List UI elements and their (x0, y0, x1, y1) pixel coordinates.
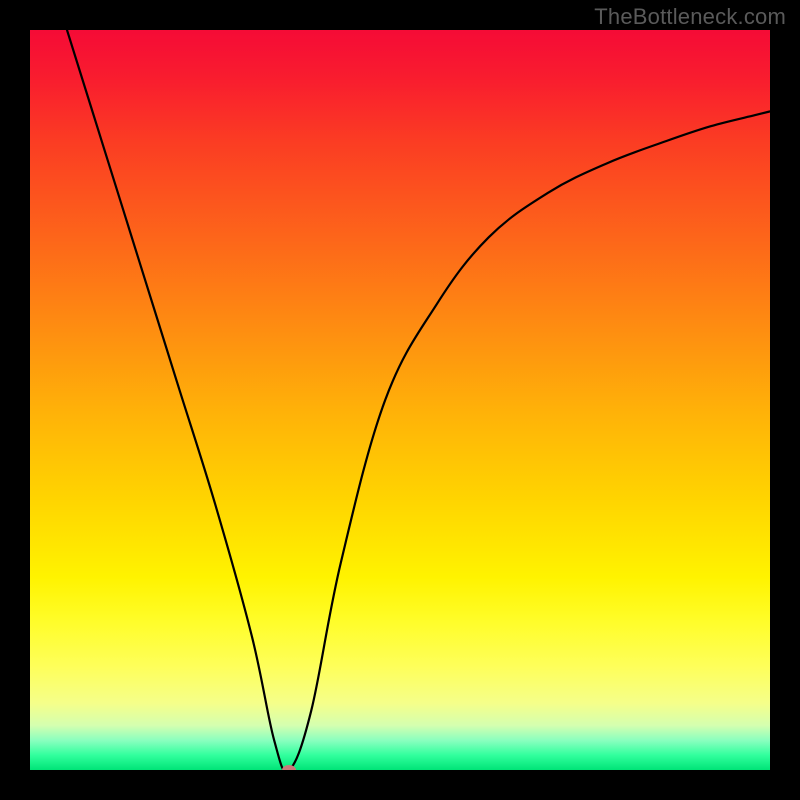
chart-frame: TheBottleneck.com (0, 0, 800, 800)
minimum-marker (282, 765, 296, 770)
watermark-text: TheBottleneck.com (594, 4, 786, 30)
bottleneck-curve (67, 30, 770, 770)
curve-svg (30, 30, 770, 770)
plot-area (30, 30, 770, 770)
